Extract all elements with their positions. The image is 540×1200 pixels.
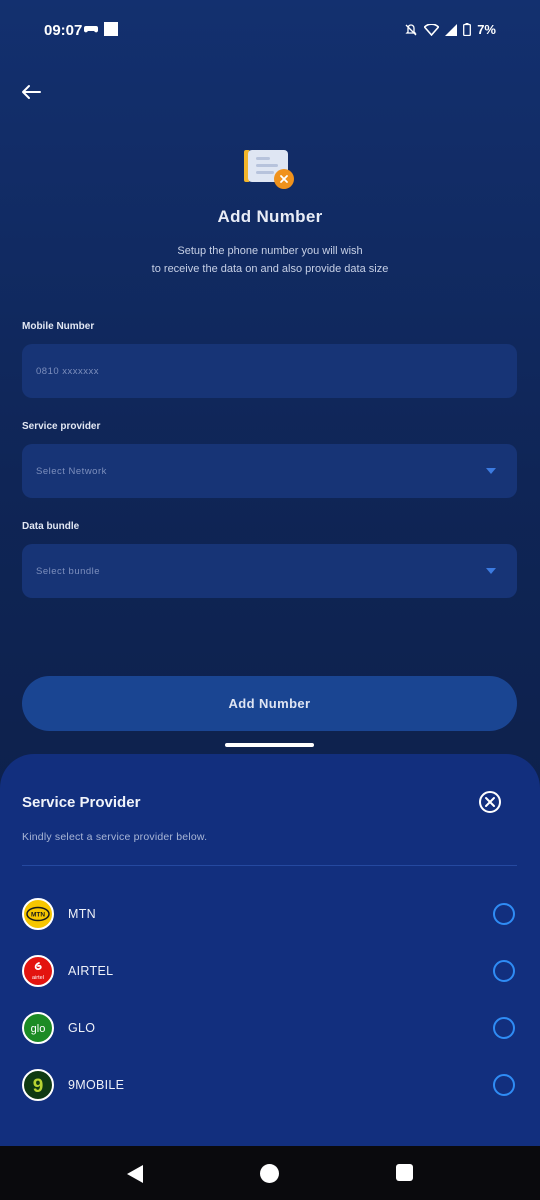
provider-item-glo[interactable]: glo GLO — [22, 1011, 517, 1047]
mobile-number-label: Mobile Number — [22, 321, 95, 332]
airtel-logo-text: airtel — [32, 975, 44, 981]
game-controller-icon — [84, 26, 98, 33]
9mobile-logo-icon: 9 — [22, 1069, 54, 1101]
airtel-logo-icon: airtel — [22, 955, 54, 987]
9mobile-logo-text: 9 — [33, 1076, 44, 1097]
mute-icon — [405, 23, 417, 35]
nav-back-icon[interactable] — [126, 1164, 144, 1184]
page-subtitle: Setup the phone number you will wish to … — [0, 242, 540, 278]
data-bundle-placeholder: Select bundle — [36, 565, 101, 577]
status-right: 7% — [404, 22, 496, 37]
page-title: Add Number — [217, 207, 323, 226]
notification-square-icon — [104, 22, 118, 36]
document-illustration-icon — [244, 148, 296, 192]
close-button[interactable] — [478, 790, 502, 814]
nav-home-icon[interactable] — [260, 1164, 279, 1183]
provider-item-mtn[interactable]: MTN MTN — [22, 897, 517, 933]
sheet-title: Service Provider — [22, 794, 141, 811]
provider-name-airtel: AIRTEL — [68, 964, 114, 978]
sheet-divider — [22, 865, 517, 866]
status-time: 09:07 — [44, 22, 83, 39]
subtitle-line-2: to receive the data on and also provide … — [151, 263, 389, 275]
provider-name-mtn: MTN — [68, 907, 96, 921]
provider-name-glo: GLO — [68, 1021, 96, 1035]
radio-airtel[interactable] — [493, 960, 515, 982]
service-provider-select[interactable]: Select Network — [22, 444, 517, 498]
mtn-logo-text: MTN — [31, 912, 45, 919]
battery-icon — [463, 23, 472, 36]
back-button[interactable] — [18, 78, 46, 106]
provider-item-9mobile[interactable]: 9 9MOBILE — [22, 1068, 517, 1104]
provider-name-9mobile: 9MOBILE — [68, 1078, 125, 1092]
data-bundle-select[interactable]: Select bundle — [22, 544, 517, 598]
service-provider-sheet: Service Provider Kindly select a service… — [0, 754, 540, 1146]
add-number-button[interactable]: Add Number — [22, 676, 517, 731]
caret-down-icon — [486, 568, 496, 574]
system-nav-bar — [0, 1146, 540, 1200]
arrow-left-icon — [22, 85, 41, 99]
sheet-drag-handle[interactable] — [225, 743, 314, 747]
subtitle-line-1: Setup the phone number you will wish — [177, 245, 363, 257]
mobile-number-input[interactable]: 0810 xxxxxxx — [22, 344, 517, 398]
status-bar: 09:07 7% — [0, 0, 540, 60]
glo-logo-text: glo — [31, 1023, 46, 1035]
mobile-number-placeholder: 0810 xxxxxxx — [36, 365, 100, 377]
mtn-logo-icon: MTN — [22, 898, 54, 930]
wifi-icon — [424, 23, 440, 36]
service-provider-label: Service provider — [22, 421, 101, 432]
signal-icon — [445, 23, 458, 36]
caret-down-icon — [486, 468, 496, 474]
status-left-icons — [84, 22, 118, 36]
provider-item-airtel[interactable]: airtel AIRTEL — [22, 954, 517, 990]
radio-glo[interactable] — [493, 1017, 515, 1039]
glo-logo-icon: glo — [22, 1012, 54, 1044]
sheet-description: Kindly select a service provider below. — [22, 831, 208, 843]
radio-mtn[interactable] — [493, 903, 515, 925]
nav-recents-icon[interactable] — [396, 1164, 413, 1181]
battery-percent: 7% — [477, 22, 496, 37]
radio-9mobile[interactable] — [493, 1074, 515, 1096]
close-icon — [479, 791, 501, 813]
data-bundle-label: Data bundle — [22, 521, 80, 532]
service-provider-placeholder: Select Network — [36, 465, 107, 477]
